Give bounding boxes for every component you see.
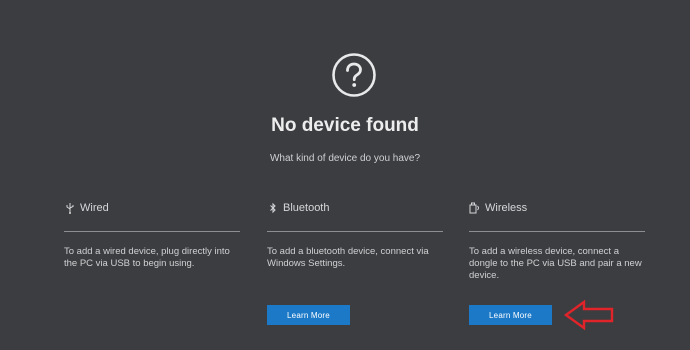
bluetooth-icon: [267, 202, 279, 214]
dongle-icon: [469, 202, 481, 214]
option-wired-description: To add a wired device, plug directly int…: [64, 246, 230, 269]
wireless-learn-more-button[interactable]: Learn More: [469, 305, 552, 325]
option-bluetooth-divider: [267, 231, 443, 232]
option-wireless-header: Wireless: [469, 200, 645, 216]
option-wired-divider: [64, 231, 240, 232]
option-wireless: Wireless To add a wireless device, conne…: [469, 200, 645, 282]
page-title: No device found: [271, 115, 419, 136]
option-wired: Wired To add a wired device, plug direct…: [64, 200, 240, 270]
option-wireless-description: To add a wireless device, connect a dong…: [469, 246, 642, 281]
page-subtitle: What kind of device do you have?: [269, 153, 421, 164]
option-bluetooth-description: To add a bluetooth device, connect via W…: [267, 246, 429, 269]
question-icon: [332, 53, 376, 97]
option-bluetooth-header: Bluetooth: [267, 200, 443, 216]
option-bluetooth: Bluetooth To add a bluetooth device, con…: [267, 200, 443, 270]
annotation-arrow-icon: [563, 299, 614, 331]
option-wired-header: Wired: [64, 200, 240, 216]
usb-icon: [64, 202, 76, 214]
option-wireless-divider: [469, 231, 645, 232]
option-wireless-label: Wireless: [485, 202, 528, 214]
bluetooth-learn-more-button[interactable]: Learn More: [267, 305, 350, 325]
option-bluetooth-label: Bluetooth: [283, 202, 330, 214]
option-wired-label: Wired: [80, 202, 109, 214]
